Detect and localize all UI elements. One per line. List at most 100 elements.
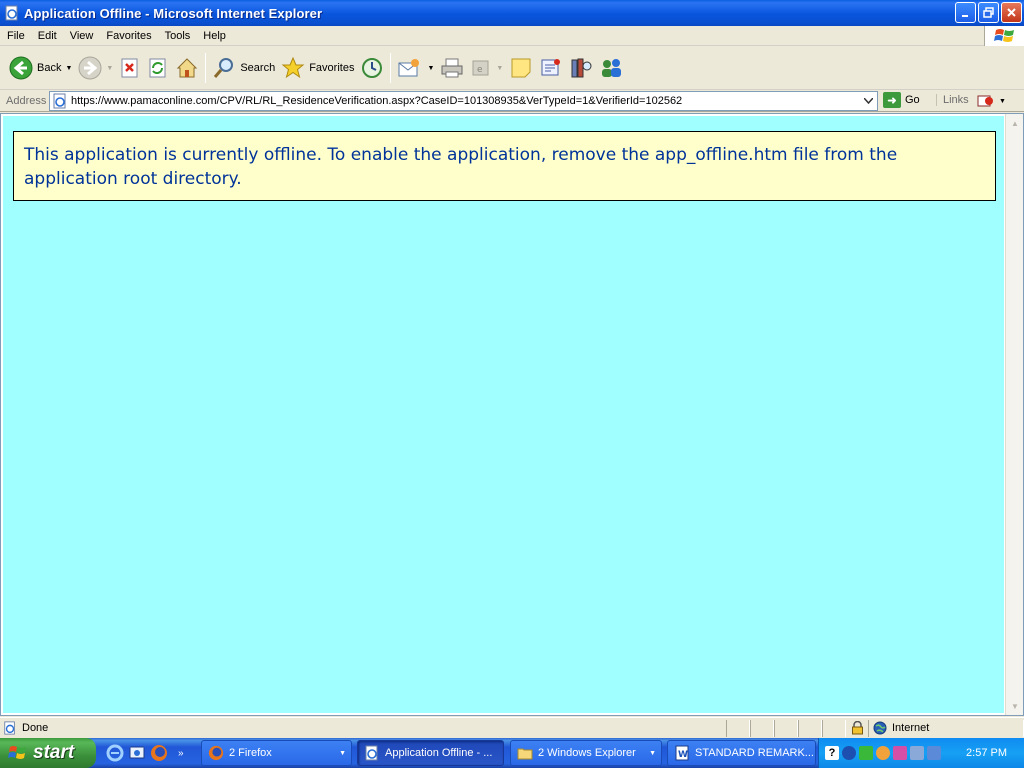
firefox-icon[interactable] (150, 744, 168, 762)
word-icon: W (675, 745, 689, 761)
address-label: Address (6, 94, 47, 107)
taskbar-item-word[interactable]: W STANDARD REMARK... (667, 740, 816, 766)
menu-favorites[interactable]: Favorites (99, 30, 157, 42)
start-button[interactable]: start (0, 738, 96, 768)
globe-icon (873, 721, 887, 735)
start-label: start (33, 742, 75, 763)
standard-toolbar: Back ▼ ▼ Search Favorites ▼ e ▼ (0, 47, 1024, 90)
taskbar-item-explorer[interactable]: 2 Windows Explorer ▼ (510, 740, 662, 766)
windows-flag-icon (8, 746, 26, 759)
toolbar-extension-icon (977, 95, 993, 107)
forward-arrow-icon (78, 56, 102, 80)
chevron-down-icon[interactable]: ▼ (65, 65, 72, 72)
minimize-icon (961, 14, 968, 17)
refresh-icon (149, 58, 166, 78)
task-label: STANDARD REMARK... (695, 747, 814, 759)
address-bar: Address https://www.pamaconline.com/CPV/… (0, 90, 1024, 112)
toolbar-separator (205, 53, 207, 83)
ie-page-icon (5, 5, 18, 21)
back-tray-icon[interactable] (842, 746, 856, 760)
lock-icon (852, 721, 863, 735)
back-arrow-icon (9, 56, 33, 80)
status-cell (750, 720, 774, 737)
status-text: Done (22, 722, 49, 734)
vertical-scrollbar[interactable]: ▲ ▼ (1005, 114, 1023, 715)
window-controls (955, 2, 1022, 23)
address-dropdown-button[interactable] (860, 92, 877, 110)
clock[interactable]: 2:57 PM (966, 747, 1007, 759)
firefox-icon (208, 745, 224, 761)
system-tray: ? 2:57 PM (818, 738, 1024, 768)
restore-button[interactable] (978, 2, 999, 23)
minimize-button[interactable] (955, 2, 976, 23)
address-url: https://www.pamaconline.com/CPV/RL/RL_Re… (71, 95, 683, 107)
edit-page-icon: e (472, 60, 489, 76)
menu-edit[interactable]: Edit (31, 30, 63, 42)
folder-icon (517, 748, 533, 760)
stop-icon (121, 58, 138, 78)
windows-flag-icon (993, 29, 1014, 42)
taskbar-item-firefox[interactable]: 2 Firefox ▼ (201, 740, 352, 766)
status-cell (774, 720, 798, 737)
research-button[interactable] (566, 50, 596, 86)
display-icon[interactable] (927, 746, 941, 760)
menu-tools[interactable]: Tools (158, 30, 197, 42)
links-extension-button[interactable]: ▼ (977, 93, 1006, 109)
print-button[interactable] (437, 50, 467, 86)
stop-button[interactable] (116, 50, 144, 86)
menu-help[interactable]: Help (196, 30, 232, 42)
scroll-up-button[interactable]: ▲ (1007, 115, 1023, 131)
show-desktop-icon[interactable] (128, 744, 146, 762)
chevron-down-icon[interactable]: ▼ (427, 65, 434, 72)
ie-page-icon (4, 721, 15, 735)
history-button[interactable] (357, 50, 387, 86)
people-icon (602, 59, 622, 77)
status-bar: Done Internet (0, 717, 1024, 738)
app-tray-icon[interactable] (893, 746, 907, 760)
ie-icon[interactable] (106, 744, 124, 762)
favorites-button[interactable]: Favorites (278, 50, 357, 86)
title-bar: Application Offline - Microsoft Internet… (0, 0, 1024, 26)
edit-button[interactable]: e ▼ (467, 50, 506, 86)
update-icon[interactable] (876, 746, 890, 760)
ie-page-icon (365, 745, 378, 761)
chevron-down-icon: ▼ (339, 749, 346, 757)
contacts-button[interactable] (596, 50, 628, 86)
menu-view[interactable]: View (63, 30, 100, 42)
messenger-button[interactable] (536, 50, 566, 86)
back-button[interactable]: Back ▼ (6, 50, 75, 86)
security-zone[interactable]: Internet (873, 721, 929, 735)
task-label: Application Offline - ... (385, 747, 493, 759)
mail-button[interactable]: ▼ (394, 50, 437, 86)
restore-icon (983, 7, 994, 18)
home-button[interactable] (172, 50, 202, 86)
menu-file[interactable]: File (0, 30, 31, 42)
history-icon (362, 58, 383, 78)
forward-button[interactable]: ▼ (75, 50, 116, 86)
back-label: Back (37, 62, 62, 74)
network-icon[interactable] (910, 746, 924, 760)
address-input[interactable]: https://www.pamaconline.com/CPV/RL/RL_Re… (49, 91, 878, 111)
go-button[interactable]: ➜ Go (883, 92, 920, 108)
taskbar-item-ie[interactable]: Application Offline - ... (357, 740, 504, 766)
close-button[interactable] (1001, 2, 1022, 23)
antivirus-icon[interactable] (859, 746, 873, 760)
quick-launch-expand-icon[interactable]: » (178, 748, 184, 759)
search-icon (214, 58, 234, 78)
taskbar: start » 2 Firefox ▼ Application Offline … (0, 738, 1024, 768)
search-button[interactable]: Search (209, 50, 278, 86)
offline-message: This application is currently offline. T… (24, 145, 898, 189)
favorites-label: Favorites (309, 62, 355, 74)
chevron-down-icon[interactable]: ▼ (496, 65, 503, 72)
links-toolbar[interactable]: Links (936, 94, 969, 106)
refresh-button[interactable] (144, 50, 172, 86)
chevron-down-icon (864, 98, 873, 104)
chevron-down-icon[interactable]: ▼ (106, 65, 113, 72)
chevron-down-icon: ▼ (649, 749, 656, 757)
scroll-down-button[interactable]: ▼ (1007, 698, 1023, 714)
notes-button[interactable] (506, 50, 536, 86)
home-icon (177, 58, 198, 78)
page-content: This application is currently offline. T… (3, 116, 1004, 713)
help-icon[interactable]: ? (825, 746, 839, 760)
windows-logo (984, 26, 1024, 46)
